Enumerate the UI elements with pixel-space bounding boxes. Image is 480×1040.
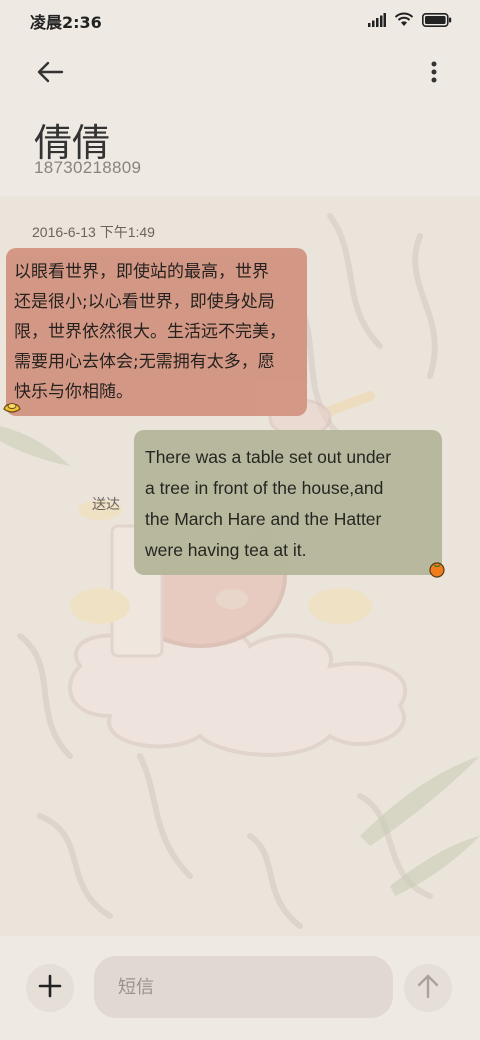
message-line: were having tea at it. [145, 540, 307, 560]
persimmon-sticker-icon [428, 560, 446, 578]
contact-number: 18730218809 [34, 158, 142, 177]
message-line: 限，世界依然很大。生活远不完美， [14, 322, 286, 342]
conversation-header: 倩倩 18730218809 [0, 42, 480, 194]
delivery-status: 送达 [92, 497, 120, 513]
message-line: a tree in front of the house,and [145, 478, 384, 498]
wifi-icon [394, 12, 414, 31]
message-timestamp: 2016-6-13 下午1:49 [32, 224, 155, 240]
send-arrow-icon [417, 973, 439, 1003]
message-thread[interactable]: 2016-6-13 下午1:49 以眼看世界，即使站的最高，世界 还是很小;以心… [0, 196, 480, 936]
more-vertical-icon [431, 61, 437, 87]
back-arrow-icon [36, 60, 64, 88]
signal-icon [368, 12, 386, 31]
message-line: the March Hare and the Hatter [145, 509, 382, 529]
message-line: There was a table set out under [145, 447, 392, 467]
message-line: 快乐与你相随。 [14, 382, 133, 402]
gold-ingot-sticker-icon [2, 400, 22, 416]
back-button[interactable] [30, 54, 70, 94]
add-attachment-button[interactable] [26, 964, 74, 1012]
message-composer [0, 936, 480, 1040]
status-bar: 凌晨2:36 [0, 0, 480, 42]
status-time: 凌晨2:36 [30, 13, 102, 32]
message-line: 需要用心去体会;无需拥有太多，愿 [14, 352, 275, 372]
message-line: 还是很小;以心看世界，即使身处局 [14, 292, 275, 312]
message-input[interactable] [94, 956, 393, 1018]
battery-icon [422, 12, 452, 31]
status-icons [368, 12, 452, 31]
send-button[interactable] [404, 964, 452, 1012]
more-options-button[interactable] [422, 54, 446, 94]
message-line: 以眼看世界，即使站的最高，世界 [14, 262, 269, 282]
outgoing-message-bubble[interactable]: There was a table set out under a tree i… [134, 430, 442, 575]
plus-icon [38, 974, 62, 1002]
incoming-message-bubble[interactable]: 以眼看世界，即使站的最高，世界 还是很小;以心看世界，即使身处局 限，世界依然很… [6, 248, 307, 416]
